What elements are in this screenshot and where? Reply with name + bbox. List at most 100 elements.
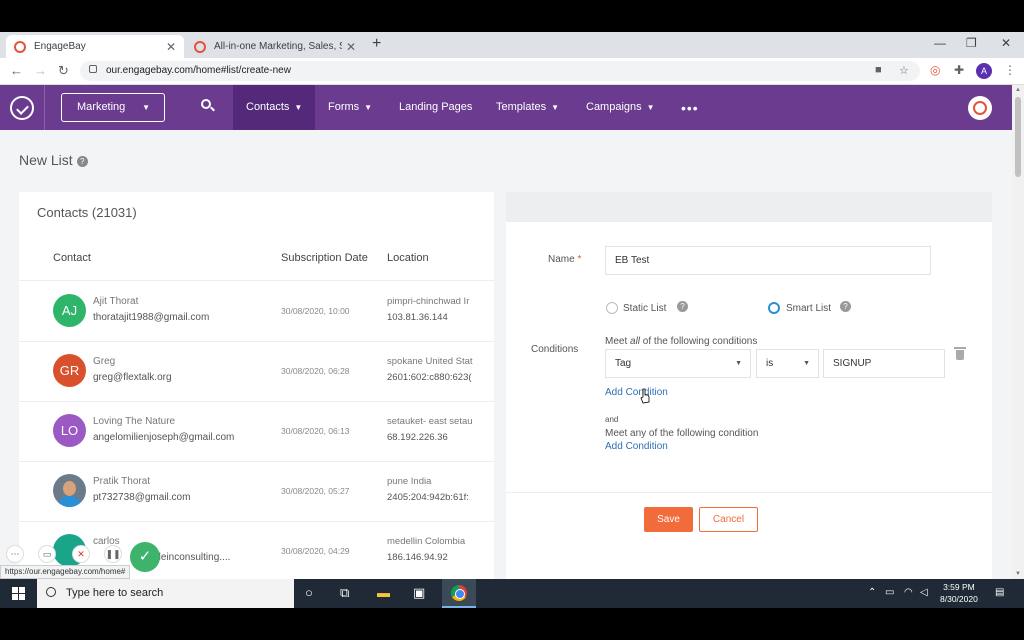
file-explorer-icon[interactable]: ▬	[377, 585, 390, 600]
nav-forms[interactable]: Forms ▼	[328, 85, 372, 130]
screen: EngageBay ✕ All-in-one Marketing, Sales,…	[0, 0, 1024, 640]
browser-tab-marketing[interactable]: All-in-one Marketing, Sales, Supp ✕	[186, 35, 364, 58]
location-ip: 68.192.226.36	[387, 432, 448, 443]
trash-icon[interactable]	[954, 347, 966, 360]
column-header-location: Location	[387, 252, 429, 264]
add-condition-link[interactable]: Add Condition	[605, 387, 668, 398]
pause-icon[interactable]: ❚❚	[104, 545, 122, 563]
table-row[interactable]: GR Greg greg@flextalk.org 30/08/2020, 06…	[19, 341, 494, 401]
user-avatar[interactable]	[968, 96, 992, 120]
camera-icon[interactable]: ■	[875, 64, 882, 76]
search-icon[interactable]	[201, 99, 215, 112]
star-icon[interactable]: ☆	[899, 64, 909, 77]
contact-email: pt732738@gmail.com	[93, 492, 191, 503]
extension-icon[interactable]: ◎	[930, 63, 940, 77]
meet-all-text: Meet all of the following conditions	[605, 336, 758, 347]
static-list-radio[interactable]	[606, 302, 618, 314]
cancel-button[interactable]: Cancel	[699, 507, 758, 532]
address-bar[interactable]: our.engagebay.com/home#list/create-new ■…	[80, 61, 920, 81]
cortana-icon[interactable]: ○	[305, 585, 313, 600]
scroll-up-icon[interactable]: ▲	[1015, 87, 1021, 93]
clock-time: 3:59 PM	[943, 582, 975, 592]
puzzle-icon[interactable]: ✚	[954, 63, 964, 77]
notifications-icon[interactable]: ▤	[995, 587, 1004, 598]
condition-field-select[interactable]: Tag ▼	[605, 349, 751, 378]
field-value: Tag	[615, 358, 632, 369]
engagebay-logo-icon[interactable]	[10, 96, 34, 120]
minimize-icon[interactable]: —	[934, 36, 946, 50]
contact-name[interactable]: Greg	[93, 356, 115, 367]
nav-landing-pages[interactable]: Landing Pages	[399, 85, 472, 130]
contacts-panel: Contacts (21031) Contact Subscription Da…	[19, 192, 494, 579]
more-icon[interactable]: ⋯	[6, 545, 24, 563]
location-city: spokane United Stat	[387, 356, 473, 367]
subscription-date: 30/08/2020, 10:00	[281, 306, 350, 316]
store-icon[interactable]: ▣	[413, 585, 425, 601]
help-icon[interactable]: ?	[76, 156, 88, 167]
page-content: New List? Contacts (21031) Contact Subsc…	[0, 130, 1012, 579]
table-row[interactable]: LO Loving The Nature angelomilienjoseph@…	[19, 401, 494, 461]
new-tab-icon[interactable]: +	[372, 35, 381, 53]
contact-name[interactable]: Loving The Nature	[93, 416, 175, 427]
close-window-icon[interactable]: ✕	[1001, 36, 1011, 50]
chrome-taskbar-icon[interactable]	[442, 579, 476, 608]
engagebay-favicon-icon	[194, 40, 206, 53]
engagebay-favicon-icon	[14, 40, 26, 53]
menu-kebab-icon[interactable]: ⋮	[1004, 63, 1016, 77]
smart-list-label[interactable]: Smart List	[786, 303, 831, 314]
windows-start-icon[interactable]	[12, 587, 25, 600]
back-icon[interactable]: ←	[10, 63, 23, 78]
tab-title: EngageBay	[34, 41, 86, 52]
battery-icon[interactable]: ▭	[885, 587, 894, 598]
conditions-label: Conditions	[531, 344, 579, 355]
windows-taskbar: Type here to search ○ ⧉ ▬ ▣ ⌃ ▭ ◠ ◁ 3:59…	[0, 579, 1024, 608]
search-icon	[46, 587, 56, 597]
contact-name[interactable]: Pratik Thorat	[93, 476, 150, 487]
nav-contacts[interactable]: Contacts ▼	[233, 85, 315, 130]
list-name-input[interactable]: EB Test	[605, 246, 931, 275]
clock-date: 8/30/2020	[940, 594, 978, 604]
nav-label: Templates	[496, 101, 547, 113]
show-hidden-icons-icon[interactable]: ⌃	[868, 587, 876, 598]
volume-icon[interactable]: ◁	[920, 587, 928, 598]
webcam-icon[interactable]: ▭	[38, 545, 56, 563]
taskbar-clock[interactable]: 3:59 PM 8/30/2020	[940, 581, 978, 605]
close-tab-icon[interactable]: ✕	[346, 40, 356, 54]
taskbar-search-input[interactable]: Type here to search	[37, 579, 294, 608]
reload-icon[interactable]: ↻	[58, 63, 69, 79]
condition-value-input[interactable]: SIGNUP	[823, 349, 945, 378]
task-view-icon[interactable]: ⧉	[340, 585, 349, 601]
table-row[interactable]: AJ Ajit Thorat thoratajit1988@gmail.com …	[19, 281, 494, 341]
contact-name[interactable]: Ajit Thorat	[93, 296, 138, 307]
page-scrollbar[interactable]: ▲ ▼	[1012, 85, 1024, 579]
finish-recording-icon[interactable]: ✓	[130, 542, 160, 572]
smart-list-radio[interactable]	[768, 302, 780, 314]
scroll-down-icon[interactable]: ▼	[1015, 571, 1021, 577]
discard-icon[interactable]: ✕	[72, 545, 90, 563]
add-condition-link-any[interactable]: Add Condition	[605, 441, 668, 452]
taskbar-search-placeholder: Type here to search	[66, 587, 164, 599]
nav-templates[interactable]: Templates ▼	[496, 85, 559, 130]
chevron-down-icon: ▼	[735, 360, 742, 367]
table-row[interactable]: Pratik Thorat pt732738@gmail.com 30/08/2…	[19, 461, 494, 521]
save-button[interactable]: Save	[644, 507, 693, 532]
workspace-dropdown[interactable]: Marketing ▼	[61, 93, 165, 122]
nav-campaigns[interactable]: Campaigns ▼	[586, 85, 655, 130]
help-icon[interactable]: ?	[677, 301, 688, 312]
chevron-down-icon: ▼	[142, 103, 150, 112]
location-ip: 2601:602:c880:623(	[387, 372, 472, 383]
restore-icon[interactable]: ❐	[966, 36, 977, 50]
tab-title: All-in-one Marketing, Sales, Supp	[214, 41, 342, 52]
profile-avatar[interactable]: A	[976, 63, 992, 79]
status-bar-url: https://our.engagebay.com/home#	[0, 565, 131, 579]
forward-icon[interactable]: →	[34, 63, 47, 78]
more-menu-icon[interactable]: •••	[681, 100, 699, 116]
close-tab-icon[interactable]: ✕	[166, 40, 176, 54]
wifi-icon[interactable]: ◠	[904, 587, 913, 598]
static-list-label[interactable]: Static List	[623, 303, 666, 314]
help-icon[interactable]: ?	[840, 301, 851, 312]
browser-tab-engagebay[interactable]: EngageBay ✕	[6, 35, 184, 58]
condition-operator-select[interactable]: is ▼	[756, 349, 819, 378]
scrollbar-thumb[interactable]	[1015, 97, 1021, 177]
form-header-strip	[506, 192, 992, 222]
